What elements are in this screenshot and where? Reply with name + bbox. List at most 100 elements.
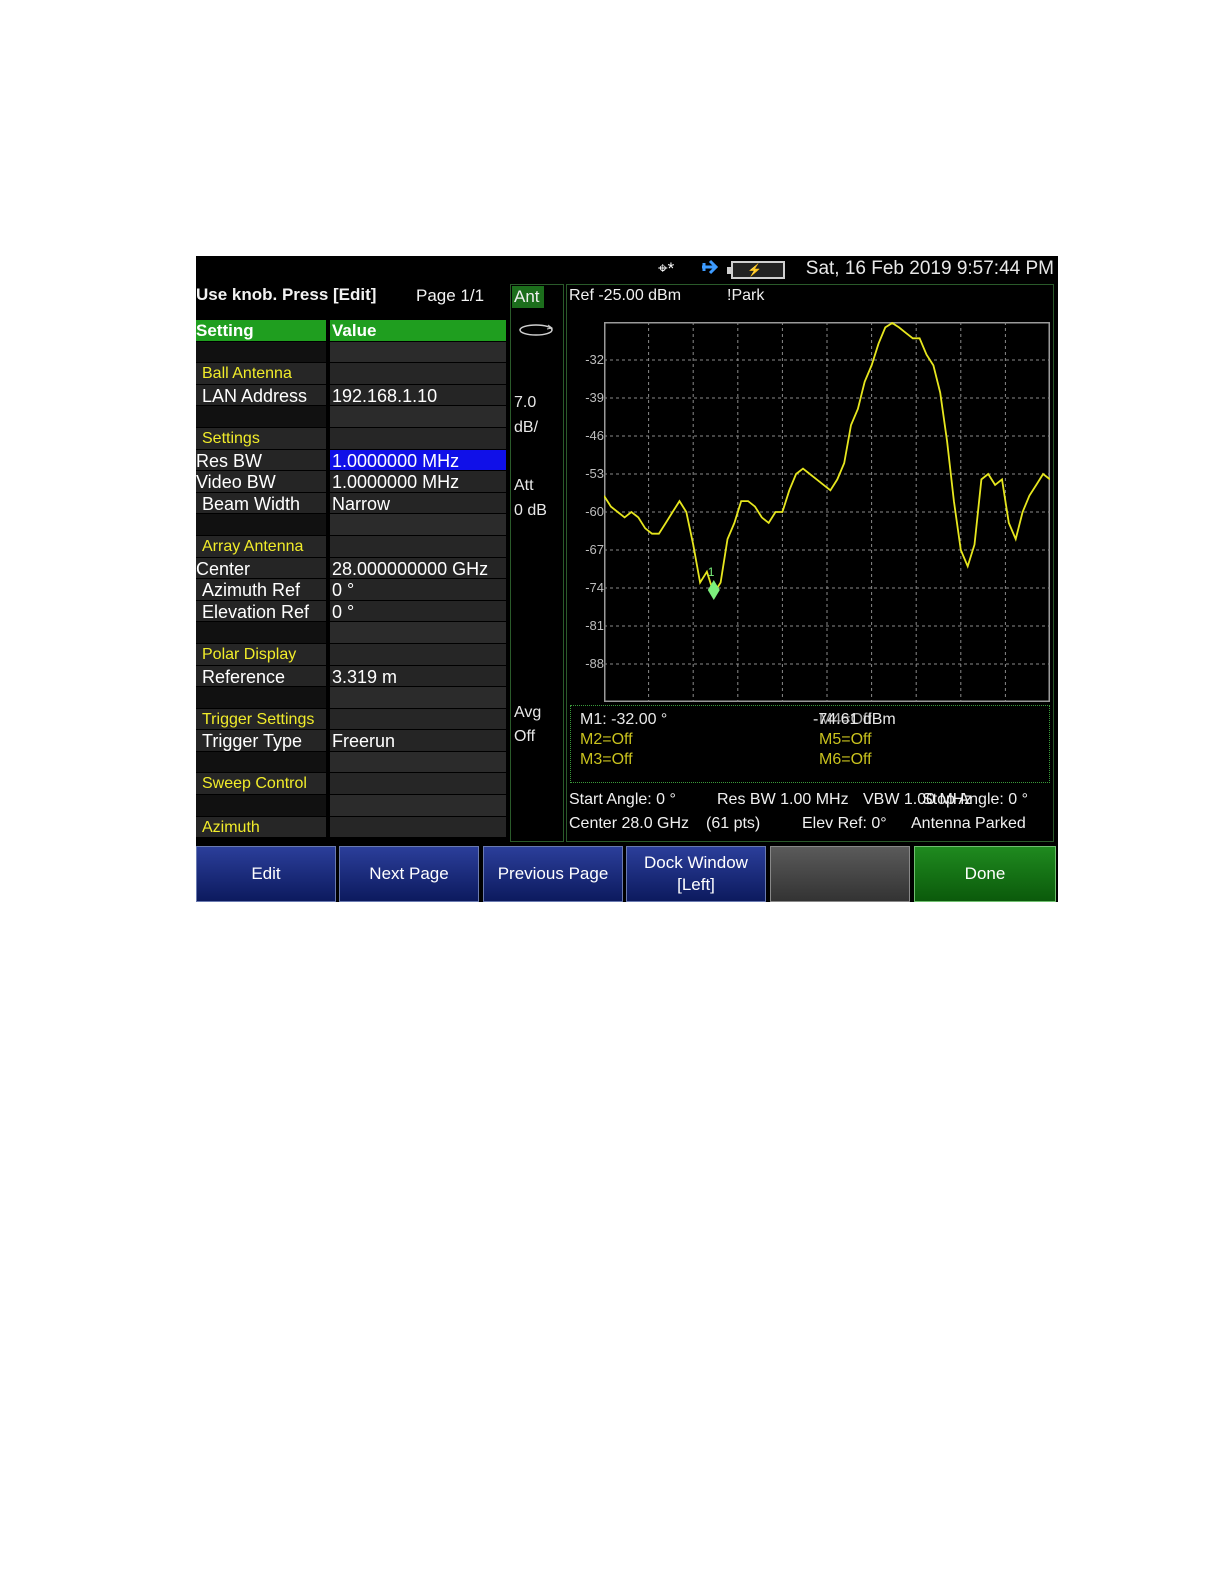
dock-window-label: Dock Window	[644, 853, 748, 872]
marker-6-readout: M6=Off	[819, 751, 872, 768]
rotate-arrow-icon	[518, 320, 554, 343]
done-button[interactable]: Done	[914, 846, 1056, 902]
y-tick-label: -53	[585, 466, 604, 481]
setting-value[interactable]: 192.168.1.10	[330, 384, 506, 406]
setting-value[interactable]: 28.000000000 GHz	[330, 557, 506, 579]
section-row: Ball Antenna	[196, 363, 508, 385]
selected-value-cell[interactable]: 1.0000000 MHz	[330, 449, 506, 471]
setting-label: Video BW	[196, 471, 328, 492]
antenna-tab[interactable]: Ant	[512, 286, 544, 308]
y-tick-label: -46	[585, 428, 604, 443]
setting-label: LAN Address	[196, 384, 328, 406]
y-tick-label: -81	[585, 618, 604, 633]
marker-1-label: 1	[708, 565, 715, 579]
setting-value	[330, 514, 506, 535]
scale-unit: dB/	[514, 419, 539, 436]
antenna-status: Antenna Parked	[911, 815, 1026, 832]
edit-button-label: Edit	[251, 864, 281, 883]
previous-page-label: Previous Page	[497, 864, 609, 883]
table-row[interactable]: Beam Width Narrow	[196, 492, 508, 515]
attenuation-value: 0 dB	[514, 502, 547, 519]
marker-2-readout: M2=Off	[580, 731, 633, 748]
column-header-value: Value	[330, 320, 506, 341]
park-flag: !Park	[727, 287, 765, 304]
setting-value	[330, 816, 506, 838]
setting-value	[330, 363, 506, 384]
table-row[interactable]: Center 28.000000000 GHz	[196, 557, 508, 580]
spacer-row	[196, 341, 508, 364]
table-row[interactable]: Video BW 1.0000000 MHz	[196, 471, 508, 493]
table-row[interactable]: LAN Address 192.168.1.10	[196, 384, 508, 407]
setting-value[interactable]: Narrow	[330, 492, 506, 514]
setting-value	[330, 622, 506, 643]
spacer-row	[196, 514, 508, 536]
setting-value	[330, 427, 506, 449]
gps-icon: ⌖*	[658, 259, 675, 278]
table-row[interactable]: Trigger Type Freerun	[196, 730, 508, 752]
section-label: Sweep Control	[196, 773, 328, 795]
table-header: Setting Value	[196, 320, 508, 342]
setting-label	[196, 622, 328, 643]
y-tick-label: -74	[585, 580, 604, 595]
setting-label	[196, 514, 328, 535]
table-row[interactable]: Res BW 1.0000000 MHz	[196, 449, 508, 472]
spacer-row	[196, 622, 508, 644]
blank-softkey[interactable]	[770, 846, 910, 902]
points-count: (61 pts)	[706, 815, 761, 832]
section-label: Array Antenna	[196, 535, 328, 557]
section-row: Azimuth	[196, 816, 508, 839]
setting-value	[330, 406, 506, 427]
y-tick-label: -67	[585, 542, 604, 557]
averaging-value: Off	[514, 728, 536, 745]
y-tick-label: -88	[585, 656, 604, 671]
marker-5-readout: M5=Off	[819, 731, 872, 748]
section-row: Trigger Settings	[196, 708, 508, 731]
spacer-row	[196, 406, 508, 428]
done-button-label: Done	[964, 864, 1006, 883]
battery-icon: ⚡	[727, 261, 785, 279]
scale-value: 7.0	[514, 394, 537, 411]
marker-3-readout: M3=Off	[580, 751, 633, 768]
stop-angle: Stop Angle: 0 °	[922, 791, 1029, 808]
setting-label: Azimuth Ref	[196, 579, 328, 600]
reference-level: Ref -25.00 dBm	[569, 287, 682, 304]
previous-page-button[interactable]: Previous Page	[483, 846, 623, 902]
marker-4-readout: M4=Off	[819, 711, 872, 728]
setting-label	[196, 341, 328, 363]
setting-label: Trigger Type	[196, 730, 328, 751]
res-bw-readout: Res BW 1.00 MHz	[717, 791, 849, 808]
softkey-bar: Edit Next Page Previous Page Dock Window…	[196, 846, 1058, 902]
elevation-ref: Elev Ref: 0°	[802, 815, 887, 832]
setting-value	[330, 751, 506, 773]
setting-label	[196, 406, 328, 427]
section-label: Azimuth	[196, 816, 328, 838]
spacer-row	[196, 751, 508, 774]
table-row[interactable]: Reference 3.319 m	[196, 665, 508, 688]
setting-value[interactable]: 1.0000000 MHz	[330, 471, 506, 492]
setting-value	[330, 773, 506, 795]
setting-value[interactable]: 0 °	[330, 579, 506, 600]
next-page-label: Next Page	[369, 864, 449, 883]
trace-plot[interactable]: 1	[604, 322, 1050, 702]
table-row[interactable]: Azimuth Ref 0 °	[196, 579, 508, 601]
setting-label	[196, 795, 328, 816]
table-row[interactable]: Elevation Ref 0 °	[196, 600, 508, 623]
setting-label	[196, 687, 328, 708]
setting-value[interactable]: 0 °	[330, 600, 506, 622]
setting-value[interactable]: Freerun	[330, 730, 506, 751]
setting-value	[330, 708, 506, 730]
section-label: Ball Antenna	[196, 363, 328, 384]
setting-value[interactable]: 3.319 m	[330, 665, 506, 687]
attenuation-label: Att	[514, 477, 534, 494]
edit-button[interactable]: Edit	[196, 846, 336, 902]
section-label: Polar Display	[196, 643, 328, 665]
setting-value	[330, 643, 506, 665]
next-page-button[interactable]: Next Page	[339, 846, 479, 902]
instrument-screen: ⌖* ⚡ Sat, 16 Feb 2019 9:57:44 PM Use kno…	[196, 256, 1058, 902]
setting-label: Beam Width	[196, 492, 328, 514]
dock-window-button[interactable]: Dock Window [Left]	[626, 846, 766, 902]
section-row: Sweep Control	[196, 773, 508, 796]
settings-table: Setting Value Ball Antenna LAN Address 192…	[196, 320, 508, 839]
column-header-setting: Setting	[196, 320, 328, 341]
spacer-row	[196, 687, 508, 709]
